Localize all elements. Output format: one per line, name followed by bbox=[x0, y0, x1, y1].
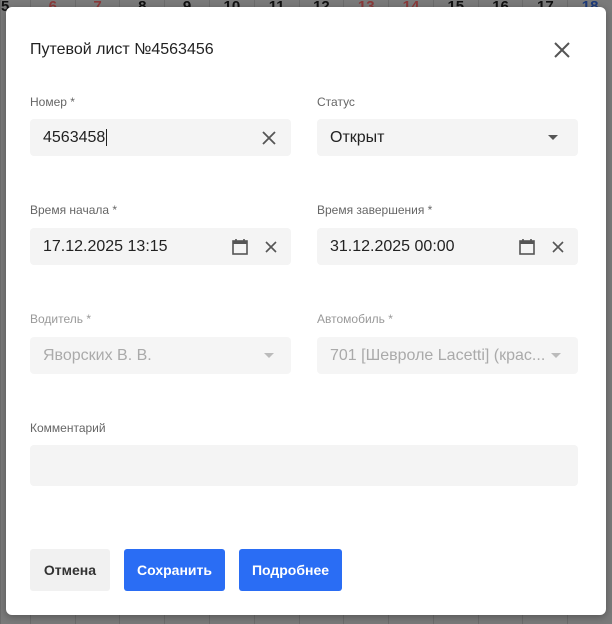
car-label: Автомобиль * bbox=[317, 312, 393, 326]
start-label: Время начала * bbox=[30, 203, 118, 217]
end-value: 31.12.2025 00:00 bbox=[330, 238, 455, 255]
save-button[interactable]: Сохранить bbox=[124, 549, 225, 591]
driver-select: Яворских В. В. bbox=[30, 337, 291, 374]
details-button[interactable]: Подробнее bbox=[239, 549, 342, 591]
waybill-dialog: Путевой лист №4563456 Номер * 4563458 Ст… bbox=[6, 7, 606, 615]
comment-label: Комментарий bbox=[30, 421, 106, 435]
status-value: Открыт bbox=[330, 129, 385, 146]
driver-value: Яворских В. В. bbox=[43, 347, 152, 364]
chevron-down-icon bbox=[548, 135, 558, 140]
calendar-icon[interactable] bbox=[518, 228, 536, 265]
status-label: Статус bbox=[317, 95, 355, 109]
chevron-down-icon bbox=[264, 353, 274, 358]
end-date-input[interactable]: 31.12.2025 00:00 bbox=[317, 228, 578, 265]
driver-label: Водитель * bbox=[30, 312, 92, 326]
comment-input[interactable] bbox=[30, 445, 578, 486]
start-date-input[interactable]: 17.12.2025 13:15 bbox=[30, 228, 291, 265]
number-label: Номер * bbox=[30, 95, 75, 109]
start-value: 17.12.2025 13:15 bbox=[43, 238, 168, 255]
clear-icon[interactable] bbox=[265, 228, 277, 265]
chevron-down-icon bbox=[551, 353, 561, 358]
status-select[interactable]: Открыт bbox=[317, 119, 578, 156]
close-icon[interactable] bbox=[552, 40, 572, 60]
car-select: 701 [Шевроле Lacetti] (крас... bbox=[317, 337, 578, 374]
number-value: 4563458 bbox=[43, 129, 106, 146]
cancel-button[interactable]: Отмена bbox=[30, 549, 110, 591]
clear-icon[interactable] bbox=[261, 119, 277, 156]
number-input[interactable]: 4563458 bbox=[30, 119, 291, 156]
clear-icon[interactable] bbox=[552, 228, 564, 265]
end-label: Время завершения * bbox=[317, 203, 433, 217]
dialog-title: Путевой лист №4563456 bbox=[30, 41, 214, 58]
calendar-icon[interactable] bbox=[231, 228, 249, 265]
car-value: 701 [Шевроле Lacetti] (крас... bbox=[330, 347, 546, 364]
